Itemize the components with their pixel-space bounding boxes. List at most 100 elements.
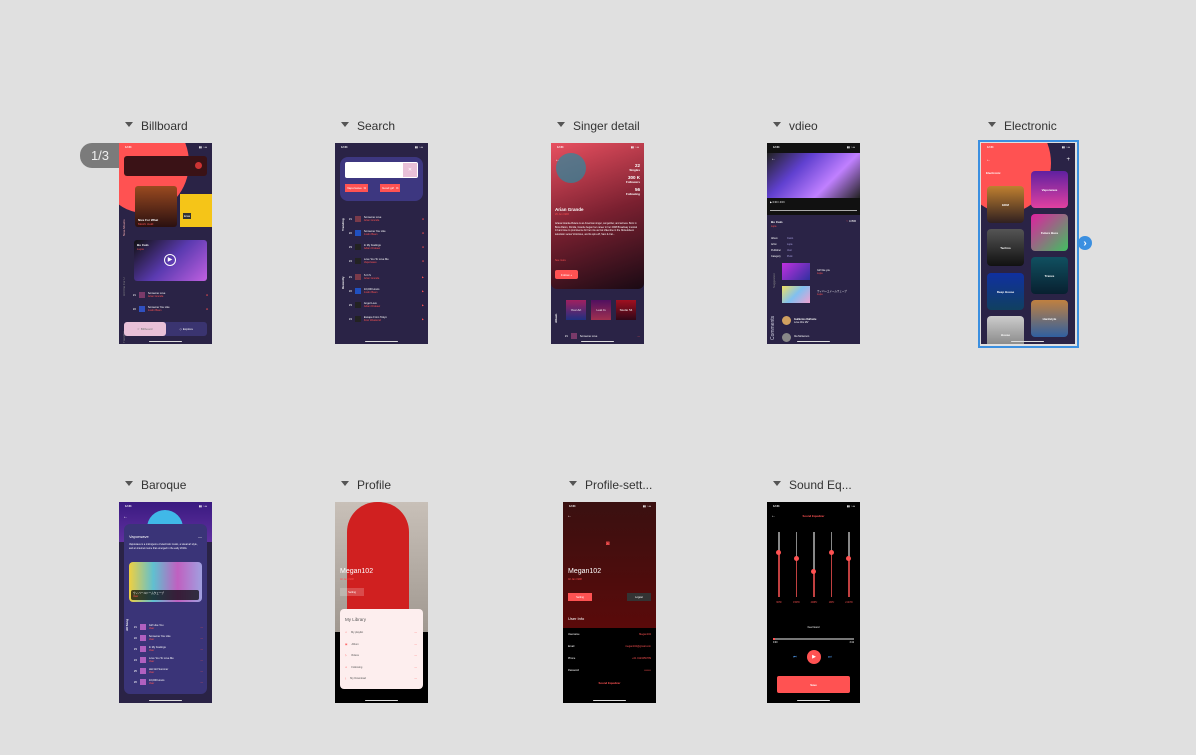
song-row[interactable]: #1 Someone Love — <box>565 332 640 340</box>
play-icon[interactable]: ▶ <box>422 304 424 307</box>
chevron-down-icon[interactable] <box>340 121 349 131</box>
song-row[interactable]: #2 10,000 Hours Justin Bean ▶ <box>349 287 424 295</box>
more-icon[interactable]: — <box>200 659 203 662</box>
song-row[interactable]: #2 Someone You Like Justin Bean ⧉ <box>349 229 424 237</box>
setting-button[interactable]: Setting <box>340 588 364 596</box>
logout-button[interactable]: Logout <box>627 593 651 601</box>
next-icon[interactable]: ⏭ <box>828 654 832 659</box>
back-icon[interactable]: ← <box>555 157 560 163</box>
suggest-thumb[interactable] <box>782 263 810 280</box>
clear-icon[interactable]: ✕ <box>403 163 417 177</box>
frame-sound-eq[interactable]: 12:34 ▮▮ ◔ ▭ ← Sound Equalizer 60Hz 150Hz 4… <box>767 502 860 703</box>
back-icon[interactable]: ← <box>123 514 128 520</box>
song-row[interactable]: #1 S.O.S Arian Grande ▶ <box>349 273 424 281</box>
chevron-down-icon[interactable] <box>556 121 565 131</box>
library-item[interactable]: ⤓ My Download — <box>345 677 417 680</box>
more-icon[interactable]: — <box>414 677 417 680</box>
play-icon[interactable]: ▶ <box>422 276 424 279</box>
back-icon[interactable]: ← <box>986 157 991 163</box>
eq-slider[interactable] <box>776 532 781 597</box>
setting-button[interactable]: Setting <box>568 593 592 601</box>
song-row[interactable]: #1 Someone Love Arian Grande ⧉ <box>133 291 208 299</box>
like-count[interactable]: ♡ 10586 <box>846 220 856 223</box>
back-icon[interactable]: ← <box>771 156 776 162</box>
chevron-down-icon[interactable] <box>124 480 133 490</box>
frame-label-billboard[interactable]: Billboard <box>124 119 188 133</box>
song-row[interactable]: #3 In My Feelings Adam Drakew ⧉ <box>349 243 424 251</box>
play-icon[interactable]: ▶ <box>164 254 176 266</box>
suggest-item[interactable]: Girl like you Lupa <box>817 269 830 275</box>
chevron-down-icon[interactable] <box>124 121 133 131</box>
seek-bar[interactable] <box>770 210 857 211</box>
song-row[interactable]: #6 10,000 Hours Vaer — <box>134 678 203 686</box>
frame-label-profile-settings[interactable]: Profile-sett... <box>568 478 652 492</box>
frame-label-video[interactable]: vdieo <box>772 119 818 133</box>
more-icon[interactable]: — <box>200 637 203 640</box>
video-card[interactable]: Bo Cuin Lupa ▶ <box>134 240 207 281</box>
frame-singer-detail[interactable]: 12:34 ▮▮ ◔ ▭ ← 22 Singles 300 K Followers 56 F… <box>551 143 644 344</box>
frame-billboard[interactable]: 12:34 ▮▮ ◔ ▭ New Albums Nice For What Mosh… <box>119 143 212 344</box>
album-tile[interactable]: Studio 54 <box>616 300 636 320</box>
avatar[interactable] <box>195 162 202 169</box>
more-icon[interactable]: — <box>414 666 417 669</box>
library-item[interactable]: ▷ Videos — <box>345 654 417 657</box>
song-row[interactable]: #3 In My Feelings Vaer — <box>134 645 203 653</box>
back-icon[interactable]: ← <box>567 513 572 519</box>
eq-knob[interactable] <box>828 549 834 555</box>
eq-slider[interactable] <box>811 532 816 597</box>
sound-equalizer-link[interactable]: Sound Equalizer <box>563 681 656 685</box>
camera-icon[interactable]: ◙ <box>606 541 610 547</box>
chevron-down-icon[interactable] <box>772 480 781 490</box>
share-icon[interactable]: ⧉ <box>422 246 424 249</box>
see-more-link[interactable]: See more <box>555 259 566 262</box>
album-tile[interactable]: Your Art <box>566 300 586 320</box>
frame-label-singer[interactable]: Singer detail <box>556 119 640 133</box>
genre-tile[interactable]: Hardstyle <box>1031 300 1068 337</box>
song-row[interactable]: #4 Love You To Love Me Vaporwave ⧉ <box>349 257 424 265</box>
frame-search[interactable]: 12:34 ▮▮ ◔ ▭ ✕ Vaporwave ⧉ Good girl ⧉ Tren… <box>335 143 428 344</box>
next-page-button[interactable]: › <box>1078 236 1092 250</box>
genre-tile[interactable]: Techno <box>987 229 1024 266</box>
more-icon[interactable]: — <box>200 670 203 673</box>
frame-label-baroque[interactable]: Baroque <box>124 478 186 492</box>
frame-label-sound-eq[interactable]: Sound Eq... <box>772 478 852 492</box>
album-card[interactable]: Eras <box>180 194 212 227</box>
more-icon[interactable]: — <box>414 643 417 646</box>
play-icon[interactable]: ▶ <box>422 318 424 321</box>
song-row[interactable]: #3 Angel Love Adam Drakew ▶ <box>349 301 424 309</box>
frame-label-electronic[interactable]: Electronic <box>987 119 1057 133</box>
more-icon[interactable]: — <box>414 631 417 634</box>
genre-tile[interactable]: Future Bass <box>1031 214 1068 251</box>
share-icon[interactable]: ⧉ <box>422 232 424 235</box>
more-icon[interactable]: — <box>200 626 203 629</box>
song-row[interactable]: #4 Escape From Tokyo Four Weekend ▶ <box>349 315 424 323</box>
frame-baroque[interactable]: 12:34 ▮▮ ◔ ▭ ← Vaporwave — Vaporwave is a… <box>119 502 212 703</box>
chevron-down-icon[interactable] <box>568 480 577 490</box>
library-item[interactable]: ♙ Following — <box>345 666 417 669</box>
chevron-down-icon[interactable] <box>772 121 781 131</box>
chevron-down-icon[interactable] <box>340 480 349 490</box>
suggest-item[interactable]: ウィバーユドームウェーブ Lupa <box>817 289 847 296</box>
album-card[interactable]: Nice For What Moshi Judd <box>135 186 177 227</box>
library-item[interactable]: ▣ Album — <box>345 643 417 646</box>
eq-slider[interactable] <box>828 532 834 597</box>
frame-profile-settings[interactable]: 12:34 ▮▮ ◔ ▭ ← ◙ Megan102 02 Jan 1998 Set… <box>563 502 656 703</box>
eq-slider[interactable] <box>793 532 799 597</box>
share-icon[interactable]: ⧉ <box>422 218 424 221</box>
eq-slider[interactable] <box>846 532 851 597</box>
frame-profile[interactable]: Megan102 02 Jan 1998 Setting My Library … <box>335 502 428 703</box>
more-icon[interactable]: — <box>200 648 203 651</box>
genre-tile[interactable]: House <box>987 316 1024 344</box>
video-player[interactable]: ▶ 0:00 / 4:03 <box>767 143 860 215</box>
eq-knob[interactable] <box>793 556 799 561</box>
library-item[interactable]: ♫ My playlist — <box>345 631 417 634</box>
frame-electronic[interactable]: 12:34 ▮▮ ◔ ▭ ← + Electronic EDM Vaporwave T… <box>981 143 1075 344</box>
frame-video[interactable]: ▶ 0:00 / 4:03 12:34 ▮▮ ◔ ▭ ← Bo Cuin Lupa… <box>767 143 860 344</box>
recent-chip[interactable]: Good girl ⧉ <box>380 184 401 192</box>
follow-button[interactable]: Follow + <box>555 270 578 279</box>
share-icon[interactable]: ⧉ <box>206 294 208 297</box>
track-progress[interactable] <box>773 638 854 640</box>
heart-icon[interactable]: ♡ <box>846 220 848 223</box>
user-info-row[interactable]: Email megan102@gmail.com <box>568 645 651 648</box>
save-button[interactable]: Save <box>777 676 850 693</box>
